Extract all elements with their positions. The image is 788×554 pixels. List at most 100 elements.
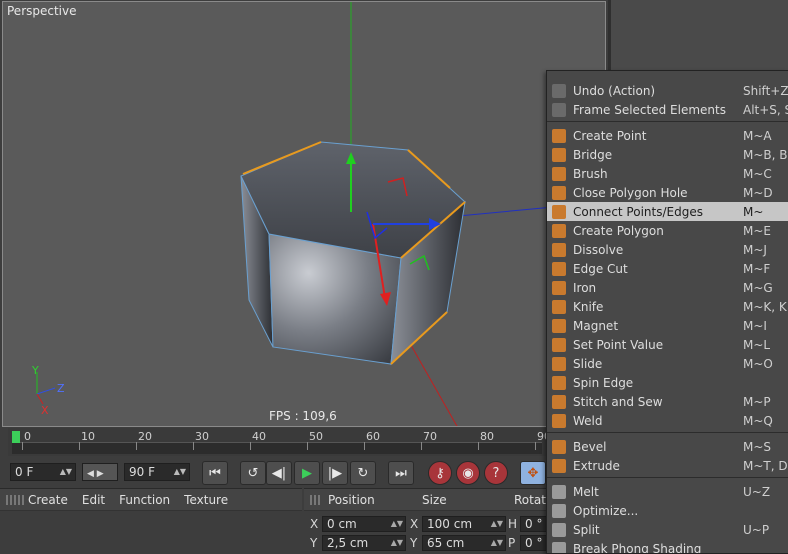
pos-y-value: 2,5 cm <box>327 536 369 550</box>
menu-item-shortcut: M~S <box>743 439 772 454</box>
svg-text:Y: Y <box>31 364 39 377</box>
menu-item-close-hole[interactable]: Close Polygon Hole M~D <box>547 183 788 202</box>
menu-item-iron[interactable]: Iron M~G <box>547 278 788 297</box>
menu-item-shortcut: M~K, K <box>743 299 787 314</box>
menu-item-shortcut: M~D <box>743 185 773 200</box>
menu-item-slide[interactable]: Slide M~O <box>547 354 788 373</box>
next-frame-button[interactable]: |▶ <box>322 461 348 485</box>
menu-item-create-point[interactable]: Create Point M~A <box>547 126 788 145</box>
menu-item-shortcut: M~B, B <box>743 147 788 162</box>
play-back-icon: ◀| <box>271 465 287 481</box>
play-icon: ▶ <box>302 465 312 481</box>
menu-item-dissolve[interactable]: Dissolve M~J <box>547 240 788 259</box>
menu-item-shortcut: M~ <box>743 204 764 219</box>
menu-item-melt[interactable]: Melt U~Z <box>547 482 788 501</box>
menu-item-undo[interactable]: Undo (Action) Shift+Z <box>547 81 788 100</box>
menu-item-shortcut: M~I <box>743 318 767 333</box>
timeline-tick-label: 10 <box>81 430 95 443</box>
timeline-tick-mark <box>307 442 308 450</box>
melt-icon <box>552 484 566 499</box>
prev-key-button[interactable]: ↺ <box>240 461 266 485</box>
menu-separator <box>547 121 788 122</box>
autokey-button[interactable]: ◉ <box>456 461 480 485</box>
menu-item-label: Optimize... <box>573 503 639 518</box>
menu-item-shortcut: Shift+Z <box>743 83 788 98</box>
menu-item-split[interactable]: Split U~P <box>547 520 788 539</box>
panel-grip-icon[interactable] <box>6 494 24 505</box>
menu-item-label: Brush <box>573 166 608 181</box>
help-button[interactable]: ? <box>484 461 508 485</box>
menu-item-shortcut: M~C <box>743 166 772 181</box>
knife-icon <box>552 299 566 314</box>
timeline-tick-mark <box>22 442 23 450</box>
next-key-button[interactable]: ↻ <box>350 461 376 485</box>
menu-item-weld[interactable]: Weld M~Q <box>547 411 788 430</box>
set-point-icon <box>552 337 566 352</box>
menu-item-magnet[interactable]: Magnet M~I <box>547 316 788 335</box>
extrude-icon <box>552 458 566 473</box>
go-end-icon: ⏭ <box>395 465 407 481</box>
size-x-value: 100 cm <box>427 517 473 531</box>
menu-item-shortcut: M~P <box>743 394 771 409</box>
menu-function[interactable]: Function <box>119 493 170 507</box>
menu-item-edge-cut[interactable]: Edge Cut M~F <box>547 259 788 278</box>
create-point-icon <box>552 128 566 143</box>
menu-item-knife[interactable]: Knife M~K, K <box>547 297 788 316</box>
go-start-button[interactable]: ⏮ <box>202 461 228 485</box>
viewport-title[interactable]: Perspective <box>7 4 77 18</box>
timeline-tick-mark <box>535 442 536 450</box>
record-icon: ⚷ <box>435 465 445 481</box>
size-x-field[interactable]: 100 cm ▲▼ <box>422 516 506 532</box>
autokey-icon: ◉ <box>462 465 474 481</box>
menu-item-spin-edge[interactable]: Spin Edge <box>547 373 788 392</box>
phong-icon <box>552 541 566 553</box>
play-button[interactable]: ▶ <box>294 461 320 485</box>
menu-item-frame[interactable]: Frame Selected Elements Alt+S, S <box>547 100 788 119</box>
play-back-button[interactable]: ◀| <box>266 461 292 485</box>
menu-item-brush[interactable]: Brush M~C <box>547 164 788 183</box>
size-y-field[interactable]: 65 cm ▲▼ <box>422 535 506 551</box>
menu-item-stitch[interactable]: Stitch and Sew M~P <box>547 392 788 411</box>
viewport-scene: Y Z X <box>31 2 605 426</box>
menu-item-extrude[interactable]: Extrude M~T, D <box>547 456 788 475</box>
panel-grip-icon[interactable] <box>310 495 322 505</box>
go-end-button[interactable]: ⏭ <box>388 461 414 485</box>
menu-item-create-polygon[interactable]: Create Polygon M~E <box>547 221 788 240</box>
menu-item-label: Create Point <box>573 128 647 143</box>
menu-item-set-point[interactable]: Set Point Value M~L <box>547 335 788 354</box>
timeline-playhead[interactable] <box>12 431 20 443</box>
start-frame-field[interactable]: 0 F ▲▼ <box>10 463 76 481</box>
end-frame-field[interactable]: 90 F ▲▼ <box>124 463 190 481</box>
context-menu: Undo (Action) Shift+Z Frame Selected Eleme… <box>546 70 788 554</box>
timeline-tick-label: 70 <box>423 430 437 443</box>
timeline[interactable]: 0 10 20 30 40 50 60 70 80 90 <box>8 428 551 456</box>
menu-item-shortcut: M~G <box>743 280 773 295</box>
rot-h-label: H <box>508 517 518 531</box>
split-icon <box>552 522 566 537</box>
pos-x-field[interactable]: 0 cm ▲▼ <box>322 516 406 532</box>
menu-item-shortcut: M~A <box>743 128 772 143</box>
move-tool-button[interactable]: ✥ <box>520 461 546 485</box>
menu-edit[interactable]: Edit <box>82 493 105 507</box>
pos-x-label: X <box>310 517 319 531</box>
iron-icon <box>552 280 566 295</box>
menu-item-shortcut: M~O <box>743 356 773 371</box>
move-tool-icon: ✥ <box>527 465 539 481</box>
menu-item-label: Close Polygon Hole <box>573 185 688 200</box>
menu-create[interactable]: Create <box>28 493 68 507</box>
menu-texture[interactable]: Texture <box>184 493 228 507</box>
menu-item-bridge[interactable]: Bridge M~B, B <box>547 145 788 164</box>
pos-y-field[interactable]: 2,5 cm ▲▼ <box>322 535 406 551</box>
menu-item-bevel[interactable]: Bevel M~S <box>547 437 788 456</box>
start-frame-value: 0 F <box>15 465 34 479</box>
menu-item-phong[interactable]: Break Phong Shading <box>547 539 788 553</box>
frame-stepper[interactable]: ◀ ▶ <box>82 463 118 481</box>
timeline-tick-label: 20 <box>138 430 152 443</box>
menu-item-connect[interactable]: Connect Points/Edges M~ <box>547 202 788 221</box>
frame-icon <box>552 102 566 117</box>
record-button[interactable]: ⚷ <box>428 461 452 485</box>
menu-item-optimize[interactable]: Optimize... <box>547 501 788 520</box>
timeline-track[interactable] <box>12 442 542 454</box>
menu-item-shortcut: M~J <box>743 242 767 257</box>
perspective-viewport[interactable]: Y Z X Perspective FPS : 109,6 <box>2 1 606 427</box>
